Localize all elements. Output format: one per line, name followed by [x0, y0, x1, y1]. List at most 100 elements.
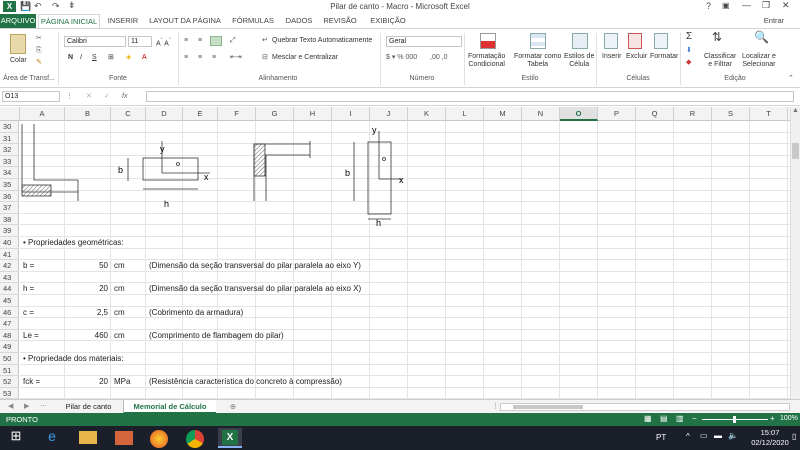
format-cells-icon[interactable]: [654, 33, 668, 49]
font-size-select[interactable]: 11: [128, 36, 152, 47]
internet-explorer-icon[interactable]: e: [40, 428, 64, 448]
delete-cells-icon[interactable]: [628, 33, 642, 49]
conditional-format-button[interactable]: Formatação Condicional: [468, 53, 505, 69]
enter-icon[interactable]: ✓: [104, 93, 110, 101]
column-header[interactable]: I: [332, 107, 370, 121]
align-right-icon[interactable]: ≡: [212, 54, 216, 62]
align-left-icon[interactable]: ≡: [184, 54, 188, 62]
column-header[interactable]: K: [408, 107, 446, 121]
zoom-slider-thumb[interactable]: [733, 416, 736, 423]
align-middle-icon[interactable]: ≡: [198, 37, 202, 45]
merge-icon[interactable]: ⊟: [262, 54, 268, 62]
insert-cells-icon[interactable]: [604, 33, 618, 49]
italic-button[interactable]: I: [80, 54, 82, 62]
wrap-text-icon[interactable]: ↵: [262, 37, 268, 45]
indent-icon[interactable]: ⇤⇥: [230, 54, 242, 62]
borders-icon[interactable]: ⊞: [108, 54, 114, 62]
fill-color-icon[interactable]: ◈: [126, 54, 131, 62]
column-header[interactable]: L: [446, 107, 484, 121]
tab-page-layout[interactable]: LAYOUT DA PÁGINA: [148, 14, 222, 28]
conditional-format-icon[interactable]: [480, 33, 496, 49]
tab-file[interactable]: ARQUIVO: [0, 14, 36, 28]
paste-button[interactable]: Colar: [10, 57, 27, 65]
volume-icon[interactable]: 🔈: [728, 431, 738, 440]
cut-icon[interactable]: ✂: [36, 35, 42, 43]
sort-filter-button[interactable]: Classificar e Filtrar: [704, 53, 736, 69]
column-header[interactable]: R: [674, 107, 712, 121]
find-select-icon[interactable]: 🔍: [754, 31, 769, 43]
scroll-thumb[interactable]: [792, 143, 799, 159]
insert-function-icon[interactable]: fx: [122, 93, 127, 101]
tab-view[interactable]: EXIBIÇÃO: [364, 14, 412, 28]
vertical-scrollbar[interactable]: ▲: [790, 107, 800, 399]
copy-icon[interactable]: ⎘: [36, 47, 42, 55]
column-header[interactable]: B: [65, 107, 111, 121]
clock-time[interactable]: 15:07: [752, 428, 788, 437]
next-sheet-icon[interactable]: ▶: [24, 402, 29, 410]
cell-styles-icon[interactable]: [572, 33, 588, 49]
column-header[interactable]: T: [750, 107, 788, 121]
add-sheet-button[interactable]: ⊕: [226, 400, 240, 414]
cancel-icon[interactable]: ✕: [86, 93, 92, 101]
help-icon[interactable]: ?: [706, 1, 711, 11]
column-header[interactable]: M: [484, 107, 522, 121]
number-format-select[interactable]: Geral: [386, 36, 462, 47]
formula-input[interactable]: [146, 91, 794, 102]
underline-button[interactable]: S: [92, 54, 97, 62]
clear-icon[interactable]: ◆: [686, 59, 691, 67]
tab-insert[interactable]: INSERIR: [104, 14, 142, 28]
format-table-button[interactable]: Formatar como Tabela: [514, 53, 561, 69]
align-top-icon[interactable]: ≡: [184, 37, 188, 45]
column-header[interactable]: Q: [636, 107, 674, 121]
font-name-select[interactable]: Calibri: [64, 36, 126, 47]
insert-cells-button[interactable]: Inserir: [602, 53, 621, 61]
notification-icon[interactable]: ▯: [792, 432, 796, 441]
sheet-tab-memorial[interactable]: Memorial de Cálculo: [124, 400, 216, 414]
delete-cells-button[interactable]: Excluir: [626, 53, 647, 61]
battery-icon[interactable]: ▬: [714, 431, 722, 440]
merge-center-button[interactable]: Mesclar e Centralizar: [272, 54, 338, 62]
column-header[interactable]: P: [598, 107, 636, 121]
font-color-icon[interactable]: A: [142, 54, 147, 62]
zoom-level[interactable]: 100%: [780, 415, 798, 422]
align-bottom-icon[interactable]: [210, 36, 222, 46]
tab-data[interactable]: DADOS: [282, 14, 316, 28]
column-header[interactable]: D: [146, 107, 183, 121]
format-painter-icon[interactable]: ✎: [36, 59, 42, 67]
tray-chevron-icon[interactable]: ^: [686, 432, 690, 441]
sort-filter-icon[interactable]: ⇅: [712, 31, 722, 43]
select-all-button[interactable]: [0, 107, 20, 121]
column-header[interactable]: G: [256, 107, 294, 121]
tab-formulas[interactable]: FÓRMULAS: [228, 14, 278, 28]
zoom-in-icon[interactable]: +: [770, 414, 775, 423]
column-header[interactable]: O: [560, 107, 598, 121]
prev-sheet-icon[interactable]: ◀: [8, 402, 13, 410]
column-header[interactable]: H: [294, 107, 332, 121]
sign-in-link[interactable]: Entrar: [758, 14, 790, 28]
currency-icon[interactable]: $ ▾ % 000: [386, 54, 417, 62]
excel-taskbar-icon[interactable]: X: [218, 428, 242, 448]
find-select-button[interactable]: Localizar e Selecionar: [742, 53, 776, 69]
firefox-icon[interactable]: [148, 428, 172, 448]
network-icon[interactable]: ▭: [700, 431, 708, 440]
horizontal-scrollbar[interactable]: [500, 403, 790, 411]
input-language[interactable]: PT: [656, 433, 666, 442]
decimal-icon[interactable]: ,00 ,0: [430, 54, 448, 62]
format-table-icon[interactable]: [530, 33, 546, 49]
page-layout-view-icon[interactable]: ▤: [660, 414, 668, 423]
restore-icon[interactable]: ❐: [762, 0, 770, 11]
media-player-icon[interactable]: [112, 428, 136, 448]
windows-start-icon[interactable]: ⊞: [4, 428, 28, 448]
normal-view-icon[interactable]: ▦: [644, 414, 652, 423]
paste-icon[interactable]: [10, 34, 26, 54]
scroll-up-icon[interactable]: ▲: [792, 107, 799, 114]
worksheet-grid[interactable]: 30 31 32 33 34 35 36 37 38 39 40 41 42 43 44 45 46 47 48 49…: [0, 121, 790, 399]
chrome-icon[interactable]: [184, 428, 208, 448]
close-icon[interactable]: ✕: [782, 0, 790, 11]
bold-button[interactable]: N: [68, 54, 73, 62]
file-explorer-icon[interactable]: [76, 428, 100, 448]
orientation-icon[interactable]: ⤢: [230, 37, 236, 45]
ribbon-display-icon[interactable]: ▣: [722, 1, 730, 10]
format-cells-button[interactable]: Formatar: [650, 53, 678, 61]
autosum-icon[interactable]: Σ: [686, 32, 692, 42]
